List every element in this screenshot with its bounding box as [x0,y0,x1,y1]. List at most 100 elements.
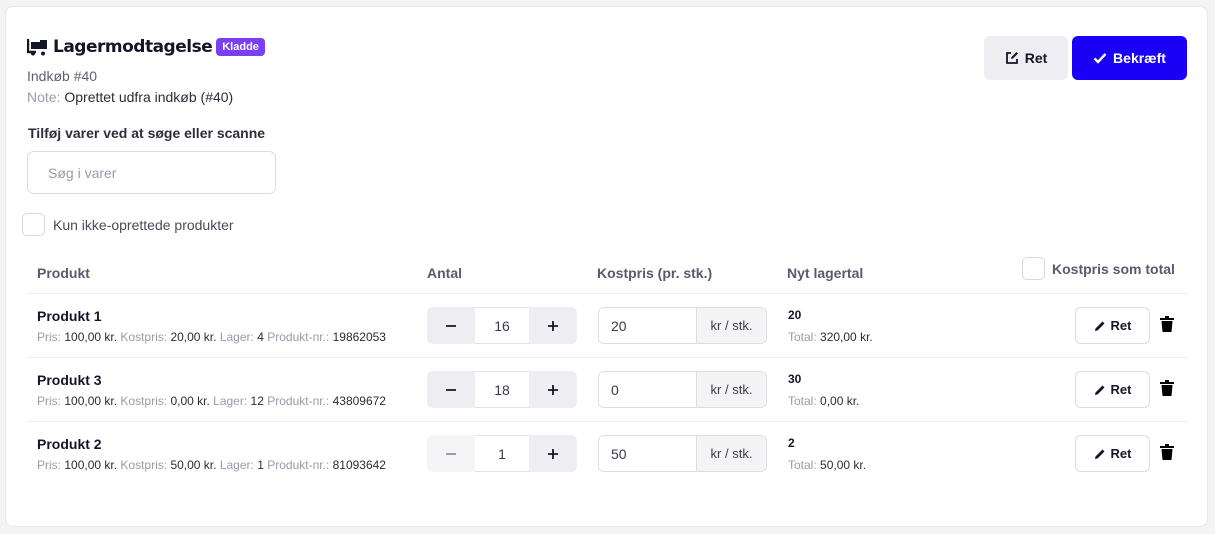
new-stock-value: 30 [788,372,802,386]
quantity-input[interactable]: 16 [475,307,529,344]
product-no-value: 81093642 [332,458,386,472]
product-no-value: 19862053 [332,330,386,344]
note-line: Note: Oprettet udfra indkøb (#40) [27,89,233,105]
cost-price-field: 0 kr / stk. [598,371,767,408]
quantity-input[interactable]: 18 [475,371,529,408]
forklift-icon [27,39,47,56]
row-edit-button[interactable]: Ret [1075,371,1150,408]
new-stock-total: Total: 320,00 kr. [788,330,873,344]
plus-icon [548,384,558,395]
total-value: 320,00 kr. [820,330,873,344]
cost-unit: kr / stk. [696,436,766,471]
minus-icon [446,324,456,327]
increase-button[interactable] [529,307,577,344]
decrease-button[interactable] [427,371,475,408]
total-value: 0,00 kr. [820,394,860,408]
pencil-icon [1094,385,1105,395]
product-meta: Pris: 100,00 kr. Kostpris: 20,00 kr. Lag… [37,330,386,344]
new-stock-total: Total: 0,00 kr. [788,394,859,408]
table-row: Produkt 1 Pris: 100,00 kr. Kostpris: 20,… [27,293,1188,357]
edit-button-label: Ret [1024,50,1048,66]
cost-value: 50,00 kr. [170,458,217,472]
trash-icon[interactable] [1160,380,1174,396]
increase-button[interactable] [529,435,577,472]
trash-icon[interactable] [1160,316,1174,332]
product-no-value: 43809672 [332,394,386,408]
check-icon [1093,53,1107,64]
row-edit-label: Ret [1110,382,1132,397]
quantity-stepper: 18 [427,371,577,408]
price-value: 100,00 kr. [64,394,118,408]
product-meta: Pris: 100,00 kr. Kostpris: 0,00 kr. Lage… [37,394,386,408]
decrease-button[interactable] [427,435,475,472]
pencil-icon [1094,449,1105,459]
search-input[interactable] [27,151,276,194]
cost-value: 20,00 kr. [170,330,217,344]
product-no-label: Produkt-nr.: [267,458,330,472]
decrease-button[interactable] [427,307,475,344]
plus-icon [548,320,558,331]
product-name: Produkt 1 [37,308,102,324]
pencil-icon [1094,321,1105,331]
row-edit-button[interactable]: Ret [1075,435,1150,472]
table-row: Produkt 2 Pris: 100,00 kr. Kostpris: 50,… [27,421,1188,485]
note-label: Note: [27,89,61,105]
product-name: Produkt 3 [37,372,102,388]
cost-total-checkbox[interactable] [1022,257,1045,280]
price-value: 100,00 kr. [64,458,118,472]
total-label: Total: [788,458,817,472]
confirm-button-label: Bekræft [1113,50,1166,66]
cost-unit: kr / stk. [696,308,766,343]
purchase-reference: Indkøb #40 [27,68,98,84]
page-header: Lagermodtagelse Kladde [27,37,265,57]
cost-price-input[interactable]: 20 [599,308,696,343]
plus-icon [548,448,558,459]
header-quantity: Antal [427,265,462,281]
cost-total-label: Kostpris som total [1052,260,1175,277]
cost-total-toggle[interactable]: Kostpris som total [1022,257,1175,280]
status-badge: Kladde [216,38,265,56]
stock-label: Lager: [219,330,254,344]
product-no-label: Produkt-nr.: [267,330,330,344]
price-label: Pris: [37,458,61,472]
filter-uncreated[interactable]: Kun ikke-oprettede produkter [22,213,234,236]
stock-label: Lager: [213,394,248,408]
stock-value: 4 [257,330,264,344]
product-name: Produkt 2 [37,436,102,452]
receipt-card: Lagermodtagelse Kladde Indkøb #40 Note: … [5,6,1208,527]
increase-button[interactable] [529,371,577,408]
cost-price-input[interactable]: 0 [599,372,696,407]
total-value: 50,00 kr. [820,458,867,472]
cost-label: Kostpris: [120,394,168,408]
row-edit-label: Ret [1110,446,1132,461]
price-label: Pris: [37,330,61,344]
minus-icon [446,388,456,391]
price-value: 100,00 kr. [64,330,118,344]
filter-label: Kun ikke-oprettede produkter [53,216,234,233]
new-stock-value: 20 [788,308,802,322]
cost-price-field: 20 kr / stk. [598,307,767,344]
edit-icon [1005,52,1018,64]
filter-checkbox[interactable] [22,213,45,236]
cost-price-input[interactable]: 50 [599,436,696,471]
row-edit-label: Ret [1110,318,1132,333]
trash-icon[interactable] [1160,444,1174,460]
search-label: Tilføj varer ved at søge eller scanne [28,125,266,141]
quantity-stepper: 1 [427,435,577,472]
minus-icon [446,452,456,455]
cost-label: Kostpris: [120,330,168,344]
row-edit-button[interactable]: Ret [1075,307,1150,344]
cost-unit: kr / stk. [696,372,766,407]
quantity-input[interactable]: 1 [475,435,529,472]
confirm-button[interactable]: Bekræft [1072,36,1187,80]
product-meta: Pris: 100,00 kr. Kostpris: 50,00 kr. Lag… [37,458,386,472]
header-product: Produkt [37,265,90,281]
product-no-label: Produkt-nr.: [267,394,330,408]
cost-price-field: 50 kr / stk. [598,435,767,472]
quantity-stepper: 16 [427,307,577,344]
header-new-stock: Nyt lagertal [787,265,864,281]
new-stock-total: Total: 50,00 kr. [788,458,866,472]
note-value: Oprettet udfra indkøb (#40) [64,89,234,105]
edit-button[interactable]: Ret [984,36,1068,80]
stock-label: Lager: [219,458,254,472]
